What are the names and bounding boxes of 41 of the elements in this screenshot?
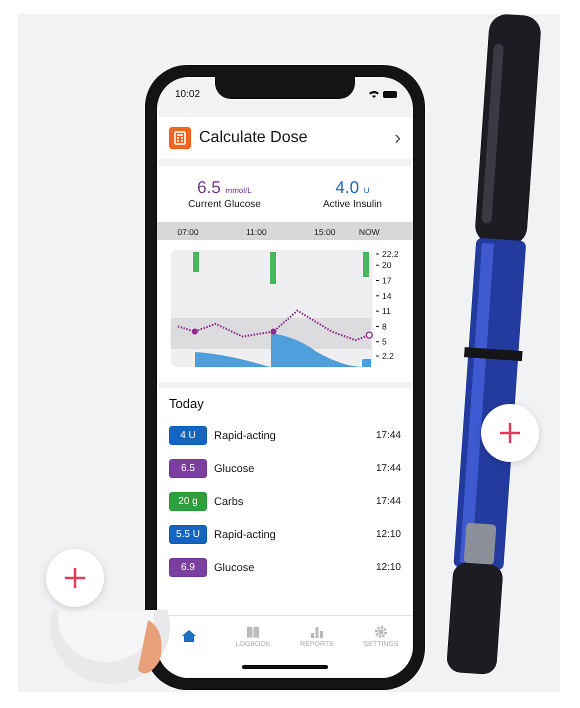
log-entry[interactable]: 4 U Rapid-acting 17:44 — [169, 419, 401, 452]
plus-icon — [63, 566, 87, 590]
calculator-icon — [169, 127, 191, 149]
x-tick-label: 15:00 — [314, 227, 336, 237]
log-entry[interactable]: 6.9 Glucose 12:10 — [169, 551, 401, 584]
log-entry[interactable]: 20 g Carbs 17:44 — [169, 485, 401, 518]
x-tick-label: 11:00 — [246, 227, 267, 237]
y-tick-label: 22.2 — [382, 249, 399, 259]
entry-badge: 5.5 U — [169, 525, 207, 544]
y-tick-label: 8 — [382, 321, 387, 332]
calculate-dose-button[interactable]: Calculate Dose › — [157, 117, 413, 159]
home-icon — [181, 629, 197, 643]
carb-marker — [270, 252, 276, 284]
x-tick-label: 07:00 — [177, 227, 199, 237]
y-tick-label: 5 — [382, 336, 387, 347]
summary-value: 4.0 U — [335, 178, 370, 198]
summary-value: 6.5 mmol/L — [197, 178, 252, 198]
wifi-battery-icon — [367, 89, 399, 99]
reports-icon — [309, 624, 325, 638]
x-tick-label: NOW — [358, 227, 380, 237]
entry-badge: 4 U — [169, 426, 207, 445]
entry-badge: 6.9 — [169, 558, 207, 577]
summary-label: Active Insulin — [323, 199, 382, 210]
y-tick-label: 20 — [382, 260, 392, 270]
plus-icon — [498, 421, 522, 445]
entry-badge: 6.5 — [169, 459, 207, 478]
y-tick-label: 17 — [382, 276, 392, 286]
y-tick-label: 2.2 — [382, 351, 394, 361]
summary-label: Current Glucose — [188, 199, 261, 210]
y-tick-label: 11 — [382, 306, 392, 316]
carb-marker — [193, 252, 199, 272]
y-tick-label: 14 — [382, 290, 392, 301]
settings-icon — [373, 624, 389, 638]
logbook-icon — [245, 624, 261, 638]
glucose-chart: 07:00 11:00 15:00 NOW 2.2 5 8 11 14 17 20 22.2 — [177, 227, 399, 361]
section-title: Today — [169, 396, 205, 411]
carb-marker — [363, 252, 369, 277]
entry-badge: 20 g — [169, 492, 207, 511]
log-entry[interactable]: 6.5 Glucose 17:44 — [169, 452, 401, 485]
status-time: 10:02 — [175, 88, 200, 100]
log-entry[interactable]: 5.5 U Rapid-acting 12:10 — [169, 518, 401, 551]
